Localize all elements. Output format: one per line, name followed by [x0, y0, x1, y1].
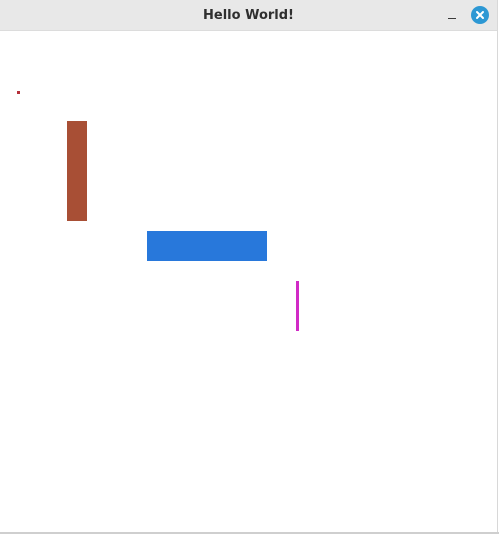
- wide-rectangle: [147, 231, 267, 261]
- window-title: Hello World!: [203, 8, 294, 23]
- drawing-canvas: [0, 31, 497, 532]
- small-dot: [17, 91, 20, 94]
- minimize-icon: [448, 18, 456, 19]
- tall-rectangle: [67, 121, 87, 221]
- vertical-line: [296, 281, 299, 331]
- close-icon: [476, 11, 484, 19]
- minimize-button[interactable]: [445, 9, 459, 23]
- close-button[interactable]: [471, 6, 489, 24]
- title-bar[interactable]: Hello World!: [0, 0, 497, 31]
- app-window: Hello World!: [0, 0, 498, 533]
